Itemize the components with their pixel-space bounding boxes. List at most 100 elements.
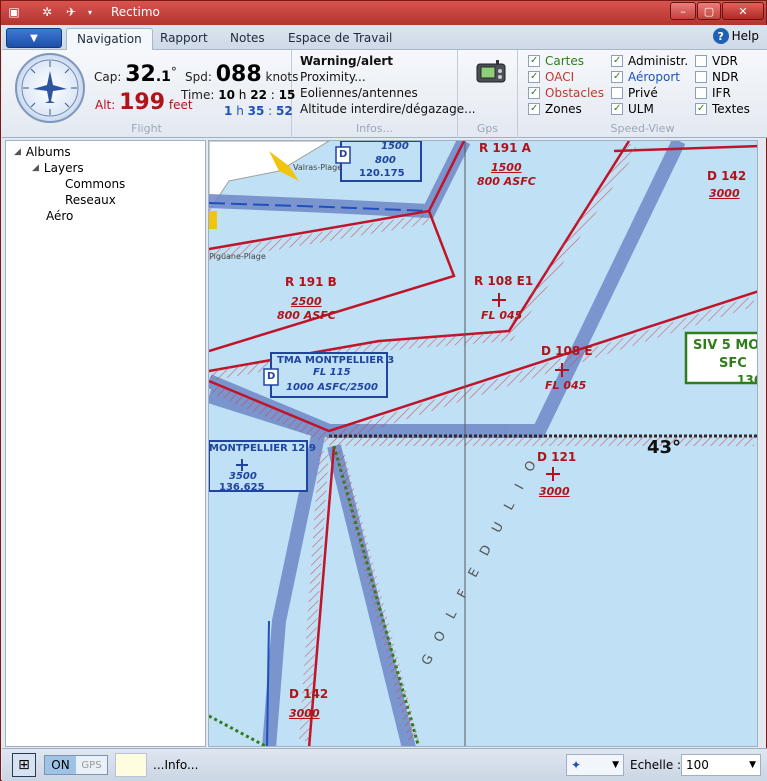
tree-node-commons[interactable]: Commons <box>65 177 125 191</box>
gps-group-label: Gps <box>476 122 499 135</box>
tree-node-layers[interactable]: ◢ Layers <box>32 161 84 175</box>
map-label-tma-fl: FL 115 <box>313 367 351 378</box>
gps-off-label: GPS <box>81 759 102 771</box>
expand-triangle-icon[interactable]: ◢ <box>32 163 39 173</box>
map-label-d142-top: D 142 <box>707 169 747 183</box>
checkbox-vdr[interactable]: VDR <box>695 54 738 68</box>
warning-alert-link[interactable]: Warning/alert <box>300 54 393 68</box>
tree-node-reseaux[interactable]: Reseaux <box>65 193 116 207</box>
tab-rapport[interactable]: Rapport <box>150 28 218 50</box>
status-bar: ⊞ ON GPS ...Info... ✦ ▼ Echelle : 100 ▼ <box>2 748 767 781</box>
app-window: ▣ ✲ ✈ ▾ Rectimo – ▢ ✕ ▼ Navigation Rappo… <box>0 0 767 781</box>
map-label-d142-bottom: D 142 <box>289 687 329 701</box>
tab-navigation[interactable]: Navigation <box>66 28 153 50</box>
map-label-r191b-top: 2500 <box>291 295 322 308</box>
map-label-d108e: D 108 E <box>541 344 593 358</box>
map-label-r108e1-val: FL 045 <box>481 309 523 322</box>
tab-espace-de-travail[interactable]: Espace de Travail <box>278 28 402 50</box>
ribbon-tab-bar: ▼ Navigation Rapport Notes Espace de Tra… <box>2 25 767 50</box>
map-label-r191b-bot: 800 ASFC <box>277 309 336 322</box>
map-label-r191a-bot: 800 ASFC <box>477 175 536 188</box>
map-label-r191a: R 191 A <box>479 141 531 155</box>
compass-icon[interactable] <box>15 53 85 123</box>
checkbox-cartes[interactable]: Cartes <box>528 54 584 68</box>
checkbox-oaci[interactable]: OACI <box>528 70 574 84</box>
echelle-label: Echelle : <box>630 758 682 772</box>
eoliennes-link[interactable]: Eoliennes/antennes <box>300 86 418 100</box>
echelle-value: 100 <box>686 758 709 772</box>
cap-readout: Cap: 32.1° <box>94 62 177 87</box>
title-bar: ▣ ✲ ✈ ▾ Rectimo – ▢ ✕ <box>1 1 766 25</box>
gps-toggle[interactable]: ON GPS <box>44 755 108 775</box>
help-icon: ? <box>712 28 729 44</box>
map-label-box-b: 800 <box>375 155 396 166</box>
tab-notes[interactable]: Notes <box>220 28 275 50</box>
cap-value: 32 <box>125 62 156 87</box>
map-label-r191b: R 191 B <box>285 275 337 289</box>
aeronautical-map[interactable]: R 191 A 1500 800 ASFC D 142 3000 R 191 B… <box>208 140 758 747</box>
checkbox-ifr[interactable]: IFR <box>695 86 731 100</box>
gps-device-icon[interactable] <box>476 60 506 86</box>
help-button[interactable]: ? Help <box>712 28 759 44</box>
chevron-down-icon: ▼ <box>612 760 619 770</box>
info-text[interactable]: ...Info... <box>153 758 198 772</box>
map-label-plage: Pigüane-Plage <box>209 252 266 261</box>
echelle-dropdown[interactable]: 100 ▼ <box>681 754 761 776</box>
info-color-box[interactable] <box>115 753 147 777</box>
map-label-tma: TMA MONTPELLIER 3 <box>277 355 395 366</box>
checkbox-aeroport[interactable]: Aéroport <box>611 70 680 84</box>
map-label-tma-val: 1000 ASFC/2500 <box>286 382 378 393</box>
elapsed-time-readout: 1 h 35 : 52 <box>224 104 293 118</box>
app-icon[interactable]: ▣ <box>7 4 21 20</box>
checkbox-ndr[interactable]: NDR <box>695 70 739 84</box>
map-label-montpellier-freq: 136.625 <box>219 482 265 493</box>
checkbox-prive[interactable]: Privé <box>611 86 658 100</box>
checkbox-obstacles[interactable]: Obstacles <box>528 86 604 100</box>
map-mode-dropdown[interactable]: ✦ ▼ <box>566 754 624 776</box>
map-label-d142-bottom-val: 3000 <box>289 707 320 720</box>
map-label-box-c: 120.175 <box>359 168 405 179</box>
map-label-siv-sfc: SFC <box>719 356 747 371</box>
checkbox-ulm[interactable]: ULM <box>611 102 654 116</box>
map-label-montpellier-val: 3500 <box>229 471 257 482</box>
maximize-button[interactable]: ▢ <box>697 2 721 20</box>
airplane-icon[interactable]: ✈ <box>63 4 79 20</box>
time-readout: Time: 10 h 22 : 15 <box>181 88 296 102</box>
tree-node-albums[interactable]: ◢ Albums <box>14 145 71 159</box>
altitude-interdite-link[interactable]: Altitude interdire/dégazage... <box>300 102 476 116</box>
help-label: Help <box>731 29 759 43</box>
album-tree-panel: ◢ Albums ◢ Layers Commons Reseaux Aéro <box>5 140 206 747</box>
infos-group: Warning/alert Proximity... Eoliennes/ant… <box>292 50 476 138</box>
map-label-montpellier: MONTPELLIER 12.9 <box>209 443 316 454</box>
checkbox-zones[interactable]: Zones <box>528 102 582 116</box>
gear-icon[interactable]: ✲ <box>39 4 55 20</box>
infos-group-label: Infos... <box>355 122 394 135</box>
map-label-d121: D 121 <box>537 450 577 464</box>
minimize-button[interactable]: – <box>670 2 696 20</box>
speed-view-group: Cartes OACI Obstacles Zones Administr. A… <box>518 50 767 138</box>
app-menu-button[interactable]: ▼ <box>6 28 62 48</box>
compass-rose-icon: ✦ <box>571 758 582 772</box>
quick-access-dropdown-icon[interactable]: ▾ <box>85 4 95 20</box>
gps-group: Gps <box>458 50 518 138</box>
ribbon-panel: Cap: 32.1° Spd: 088 knots Alt: 199 feet … <box>2 50 767 138</box>
map-label-valras: Valras-Plage <box>293 163 343 172</box>
tree-node-aero[interactable]: Aéro <box>46 209 73 223</box>
map-label-latitude: 43° <box>647 437 682 458</box>
altitude-readout: Alt: 199 feet <box>95 90 193 115</box>
chevron-down-icon: ▼ <box>749 760 756 770</box>
map-label-box-a: 1500 <box>381 141 409 152</box>
map-label-box-d: D <box>339 149 348 160</box>
expand-triangle-icon[interactable]: ◢ <box>14 147 21 157</box>
map-label-d121-val: 3000 <box>539 485 570 498</box>
altitude-value: 199 <box>119 90 166 115</box>
proximity-link[interactable]: Proximity... <box>300 70 366 84</box>
tree-toggle-button[interactable]: ⊞ <box>12 753 36 777</box>
map-label-siv: SIV 5 MON <box>693 338 757 353</box>
checkbox-administr[interactable]: Administr. <box>611 54 688 68</box>
close-button[interactable]: ✕ <box>722 2 764 20</box>
map-label-tma-d: D <box>267 371 276 382</box>
tree-view-icon: ⊞ <box>18 757 30 773</box>
map-label-r191a-top: 1500 <box>491 161 522 174</box>
checkbox-textes[interactable]: Textes <box>695 102 750 116</box>
